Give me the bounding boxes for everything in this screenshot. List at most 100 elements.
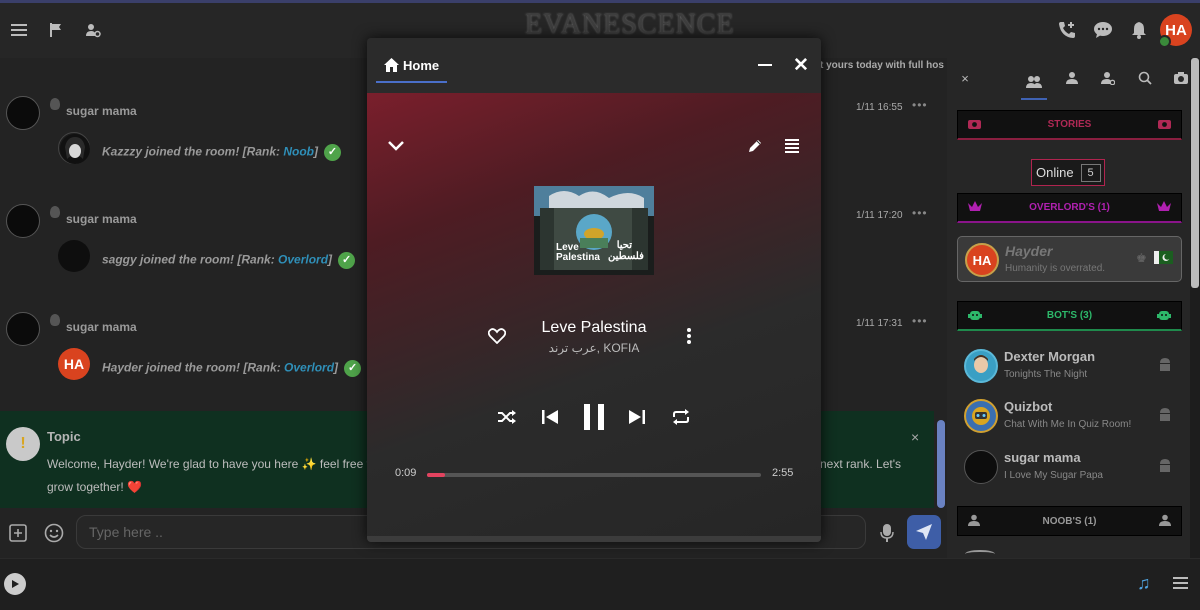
user-initials: HA bbox=[972, 252, 992, 268]
player-body: Leve Palestina تحيا فلسطين Leve Palestin… bbox=[367, 93, 821, 538]
chevron-down-icon[interactable] bbox=[385, 135, 407, 157]
topic-text-last: grow together! ❤️ bbox=[47, 480, 142, 494]
joined-username[interactable]: saggy bbox=[102, 253, 137, 267]
joined-user-avatar[interactable]: HA bbox=[58, 348, 90, 380]
android-icon bbox=[1158, 357, 1172, 373]
current-time: 0:09 bbox=[395, 467, 417, 479]
overlords-label: OVERLORD'S (1) bbox=[1029, 202, 1110, 213]
pause-button[interactable] bbox=[579, 398, 609, 436]
joined-username[interactable]: Kazzzy bbox=[102, 145, 142, 159]
message-username[interactable]: sugar mama bbox=[66, 212, 137, 226]
minimize-button[interactable] bbox=[758, 64, 772, 66]
tab-staff-icon[interactable] bbox=[1095, 66, 1121, 90]
previous-track-icon[interactable] bbox=[538, 406, 562, 428]
tab-friends-icon[interactable] bbox=[1059, 66, 1085, 90]
player-footer bbox=[367, 536, 821, 542]
message-more-button[interactable]: ••• bbox=[912, 98, 928, 112]
hamburger-menu-icon[interactable] bbox=[1173, 577, 1188, 595]
stories-header[interactable]: STORIES bbox=[957, 110, 1182, 140]
message-username[interactable]: sugar mama bbox=[66, 320, 137, 334]
user-avatar bbox=[964, 450, 998, 484]
message-time: 1/11 16:55 bbox=[856, 102, 903, 113]
noobs-label: NOOB'S (1) bbox=[1042, 515, 1097, 527]
topic-close-button[interactable]: × bbox=[911, 429, 919, 445]
tab-users-icon[interactable] bbox=[1021, 66, 1047, 100]
user-name: sugar mama bbox=[1004, 450, 1081, 465]
join-text: joined the room! [Rank: bbox=[142, 360, 285, 375]
joined-user-avatar[interactable] bbox=[58, 132, 90, 164]
message-username[interactable]: sugar mama bbox=[66, 104, 137, 118]
joined-user-initials: HA bbox=[63, 356, 85, 372]
user-name: Hayder bbox=[1005, 243, 1053, 259]
bell-icon[interactable] bbox=[1125, 15, 1153, 45]
join-text: joined the room! [Rank: bbox=[136, 252, 279, 267]
user-avatar[interactable] bbox=[6, 96, 40, 130]
joined-user-avatar[interactable] bbox=[58, 240, 90, 272]
user-name: Dexter Morgan bbox=[1004, 349, 1096, 364]
message-more-button[interactable]: ••• bbox=[912, 206, 928, 220]
bottom-bar: ♫ bbox=[0, 558, 1200, 610]
chat-scrollbar[interactable] bbox=[937, 420, 945, 508]
overlords-header[interactable]: OVERLORD'S (1) bbox=[957, 193, 1182, 223]
track-artist: عرب ترند, KOFIA bbox=[548, 341, 640, 355]
robot-icon bbox=[1157, 309, 1171, 324]
send-button[interactable] bbox=[907, 515, 941, 549]
camera-icon bbox=[1158, 118, 1171, 132]
noobs-header[interactable]: NOOB'S (1) bbox=[957, 506, 1182, 536]
crown-icon bbox=[1157, 201, 1171, 215]
message-time: 1/11 17:31 bbox=[856, 318, 903, 329]
bots-header[interactable]: BOT'S (3) bbox=[957, 301, 1182, 331]
total-time: 2:55 bbox=[772, 467, 794, 479]
flag-icon[interactable] bbox=[42, 15, 70, 45]
music-note-icon[interactable]: ♫ bbox=[1137, 573, 1157, 595]
user-mood: Tonights The Night bbox=[1004, 369, 1088, 380]
repeat-icon[interactable] bbox=[669, 406, 693, 428]
sidebar-close-button[interactable]: × bbox=[952, 66, 978, 90]
attach-icon[interactable] bbox=[7, 522, 29, 544]
tab-search-icon[interactable] bbox=[1132, 66, 1158, 90]
join-notice: Hayder joined the room! [Rank: Overlord]… bbox=[102, 360, 362, 377]
next-track-icon[interactable] bbox=[625, 406, 649, 428]
menu-icon[interactable] bbox=[5, 15, 33, 45]
user-avatar[interactable] bbox=[6, 312, 40, 346]
user-avatar[interactable] bbox=[6, 204, 40, 238]
user-card-bot[interactable]: Quizbot Chat With Me In Quiz Room! bbox=[957, 393, 1182, 439]
crown-icon bbox=[968, 201, 982, 215]
user-mood: I Love My Sugar Papa bbox=[1004, 470, 1103, 481]
progress-bar[interactable] bbox=[427, 473, 761, 477]
joined-username[interactable]: Hayder bbox=[102, 361, 143, 375]
user-avatar bbox=[964, 349, 998, 383]
user-card-hayder[interactable]: HA Hayder Humanity is overrated. ♚ bbox=[957, 236, 1182, 282]
check-icon: ✓ bbox=[338, 252, 356, 269]
app-window: EVANESCENCE HA sugar mama 1/11 16:55 •••… bbox=[0, 0, 1200, 610]
check-icon: ✓ bbox=[344, 360, 362, 377]
play-radio-icon[interactable] bbox=[4, 573, 26, 595]
more-options-icon[interactable] bbox=[677, 325, 701, 347]
edit-icon[interactable] bbox=[744, 135, 766, 157]
user-avatar: HA bbox=[965, 243, 999, 277]
user-card-bot[interactable]: Dexter Morgan Tonights The Night bbox=[957, 343, 1182, 389]
check-icon: ✓ bbox=[324, 144, 342, 161]
microphone-icon[interactable] bbox=[876, 522, 898, 544]
album-cover: Leve Palestina تحيا فلسطين bbox=[534, 186, 654, 275]
online-counter: Online 5 bbox=[1031, 159, 1105, 186]
online-label: Online bbox=[1036, 165, 1074, 180]
camera-icon bbox=[968, 118, 981, 132]
tab-home[interactable]: Home bbox=[376, 49, 448, 83]
my-avatar[interactable]: HA bbox=[1158, 14, 1192, 48]
add-call-icon[interactable] bbox=[1053, 15, 1081, 45]
sidebar-scrollbar-thumb[interactable] bbox=[1191, 58, 1199, 288]
home-icon bbox=[384, 58, 399, 72]
chat-bubbles-icon[interactable] bbox=[1089, 15, 1117, 45]
join-notice: Kazzzy joined the room! [Rank: Noob] ✓ bbox=[102, 144, 342, 161]
shuffle-icon[interactable] bbox=[495, 406, 519, 428]
user-card-bot[interactable]: sugar mama I Love My Sugar Papa bbox=[957, 444, 1182, 490]
emoji-icon[interactable] bbox=[43, 522, 65, 544]
close-icon[interactable]: ✕ bbox=[793, 54, 809, 77]
user-settings-icon[interactable] bbox=[79, 15, 107, 45]
playlist-icon[interactable] bbox=[781, 135, 803, 157]
sidebar-scrollbar[interactable] bbox=[1190, 58, 1200, 558]
message-more-button[interactable]: ••• bbox=[912, 314, 928, 328]
player-header: Home ✕ bbox=[367, 38, 821, 93]
music-player-modal: Home ✕ Leve Palestina تحيا فلسطين Leve P… bbox=[367, 38, 821, 542]
